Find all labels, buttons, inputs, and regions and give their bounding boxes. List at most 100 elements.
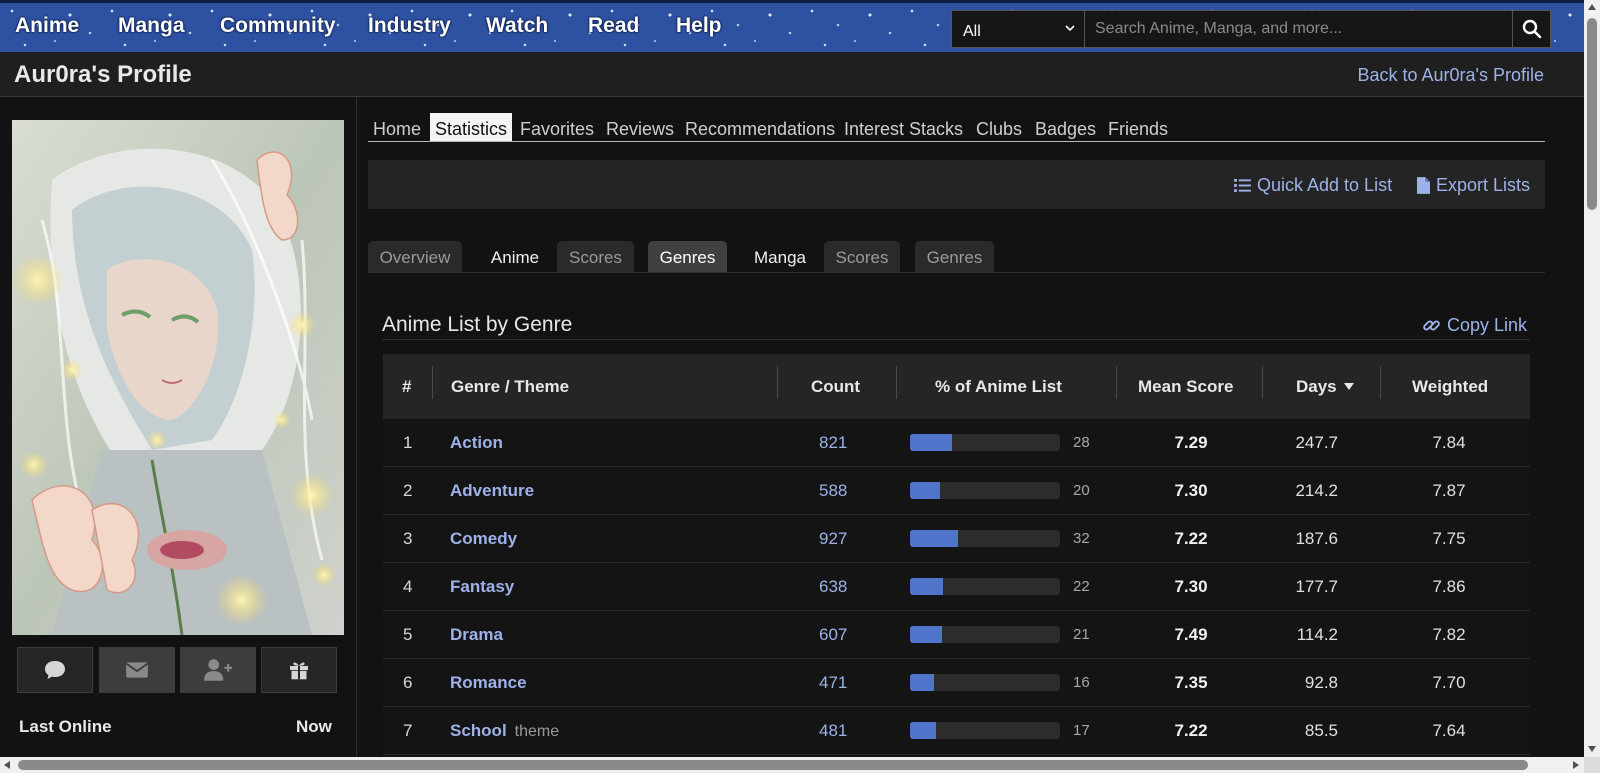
subtab-manga-scores[interactable]: Scores xyxy=(824,241,900,272)
days-cell: 247.7 xyxy=(1295,433,1338,452)
nav-manga[interactable]: Manga xyxy=(118,14,185,38)
table-row: 6 Romance 471 16 7.35 92.8 7.70 xyxy=(383,659,1530,707)
vertical-scrollbar-thumb[interactable] xyxy=(1587,18,1597,210)
page-title: Aur0ra's Profile xyxy=(14,61,192,88)
rank-cell: 2 xyxy=(403,481,413,500)
percent-bar-fill xyxy=(910,482,940,499)
subtab-anime-genres[interactable]: Genres xyxy=(648,241,727,272)
subtab-overview[interactable]: Overview xyxy=(368,241,462,272)
copy-link-button[interactable]: Copy Link xyxy=(1422,315,1527,336)
days-cell: 85.5 xyxy=(1304,721,1338,740)
scroll-down-arrow-icon[interactable] xyxy=(1588,746,1596,752)
header-count[interactable]: Count xyxy=(811,377,860,397)
count-link[interactable]: 607 xyxy=(819,625,847,645)
table-row: 5 Drama 607 21 7.49 114.2 7.82 xyxy=(383,611,1530,659)
percent-bar xyxy=(910,626,1060,643)
genre-name: Drama xyxy=(450,625,503,644)
horizontal-scrollbar-thumb[interactable] xyxy=(18,760,1528,770)
count-link[interactable]: 821 xyxy=(819,433,847,453)
weighted-cell: 7.64 xyxy=(1432,721,1466,740)
nav-watch[interactable]: Watch xyxy=(486,14,548,38)
percent-bar xyxy=(910,482,1060,499)
nav-anime[interactable]: Anime xyxy=(15,14,79,38)
count-link[interactable]: 927 xyxy=(819,529,847,549)
nav-industry[interactable]: Industry xyxy=(368,14,451,38)
count-link[interactable]: 638 xyxy=(819,577,847,597)
percent-value: 21 xyxy=(1073,626,1090,643)
genre-name: Romance xyxy=(450,673,527,692)
search-button[interactable] xyxy=(1513,10,1551,48)
quick-add-label: Quick Add to List xyxy=(1257,175,1393,195)
stats-toolbar: Quick Add to List Export Lists xyxy=(368,160,1545,209)
table-row: 7 School theme 481 17 7.22 85.5 7.64 xyxy=(383,707,1530,755)
weighted-cell: 7.70 xyxy=(1432,673,1466,692)
tab-reviews[interactable]: Reviews xyxy=(601,113,679,141)
export-lists-label: Export Lists xyxy=(1436,175,1531,195)
genre-link[interactable]: Romance xyxy=(450,673,535,693)
weighted-cell: 7.82 xyxy=(1432,625,1466,644)
percent-value: 16 xyxy=(1073,674,1090,691)
genre-name: Fantasy xyxy=(450,577,515,596)
tab-home[interactable]: Home xyxy=(368,113,426,141)
count-link[interactable]: 588 xyxy=(819,481,847,501)
message-button[interactable] xyxy=(99,647,175,693)
percent-bar xyxy=(910,578,1060,595)
genre-link[interactable]: Adventure xyxy=(450,481,542,501)
nav-read[interactable]: Read xyxy=(588,14,639,38)
search-category-select[interactable]: All xyxy=(951,10,1085,48)
add-friend-button[interactable] xyxy=(180,647,256,693)
sort-desc-icon xyxy=(1344,383,1355,390)
gift-icon xyxy=(290,662,308,680)
tab-clubs[interactable]: Clubs xyxy=(971,113,1027,141)
genre-link[interactable]: Comedy xyxy=(450,529,525,549)
table-row: 1 Action 821 28 7.29 247.7 7.84 xyxy=(383,419,1530,467)
header-genre[interactable]: Genre / Theme xyxy=(451,377,569,397)
genre-link[interactable]: Action xyxy=(450,433,511,453)
gift-button[interactable] xyxy=(261,647,337,693)
tab-recommendations[interactable]: Recommendations xyxy=(680,113,840,141)
header-mean-score[interactable]: Mean Score xyxy=(1138,377,1233,397)
genre-name: Action xyxy=(450,433,503,452)
search-input[interactable] xyxy=(1085,10,1513,48)
header-rank[interactable]: # xyxy=(402,377,411,397)
genre-name: School xyxy=(450,721,507,740)
nav-community[interactable]: Community xyxy=(220,14,336,38)
column-divider xyxy=(777,366,778,399)
weighted-cell: 7.87 xyxy=(1432,481,1466,500)
scroll-right-arrow-icon[interactable] xyxy=(1573,761,1579,769)
comment-button[interactable] xyxy=(17,647,93,693)
mean-score-cell: 7.22 xyxy=(1174,721,1208,740)
export-lists-button[interactable]: Export Lists xyxy=(1417,175,1530,196)
percent-bar xyxy=(910,434,1060,451)
table-row: 2 Adventure 588 20 7.30 214.2 7.87 xyxy=(383,467,1530,515)
tab-interest-stacks[interactable]: Interest Stacks xyxy=(839,113,968,141)
count-link[interactable]: 471 xyxy=(819,673,847,693)
nav-help[interactable]: Help xyxy=(676,14,722,38)
statistics-subtabs: Overview Anime Scores Genres Manga Score… xyxy=(368,241,1545,273)
genre-link[interactable]: Fantasy xyxy=(450,577,522,597)
header-percent[interactable]: % of Anime List xyxy=(935,377,1062,397)
header-weighted[interactable]: Weighted xyxy=(1412,377,1488,397)
search-icon xyxy=(1522,19,1542,39)
genre-link[interactable]: School theme xyxy=(450,721,559,741)
quick-add-button[interactable]: Quick Add to List xyxy=(1234,175,1392,196)
rank-cell: 6 xyxy=(403,673,413,692)
back-to-profile-link[interactable]: Back to Aur0ra's Profile xyxy=(1357,65,1544,86)
mean-score-cell: 7.49 xyxy=(1174,625,1208,644)
scroll-up-arrow-icon[interactable] xyxy=(1588,4,1596,10)
comment-icon xyxy=(45,661,65,679)
subtab-manga-genres[interactable]: Genres xyxy=(915,241,994,272)
tab-favorites[interactable]: Favorites xyxy=(515,113,599,141)
tab-friends[interactable]: Friends xyxy=(1103,113,1173,141)
tab-statistics[interactable]: Statistics xyxy=(430,113,513,141)
scroll-left-arrow-icon[interactable] xyxy=(4,761,10,769)
mean-score-cell: 7.29 xyxy=(1174,433,1208,452)
header-days[interactable]: Days xyxy=(1296,377,1355,397)
copy-link-label: Copy Link xyxy=(1447,315,1528,335)
days-cell: 214.2 xyxy=(1295,481,1338,500)
subtab-anime-scores[interactable]: Scores xyxy=(557,241,634,272)
tab-badges[interactable]: Badges xyxy=(1030,113,1101,141)
genre-link[interactable]: Drama xyxy=(450,625,511,645)
theme-tag: theme xyxy=(514,723,560,740)
count-link[interactable]: 481 xyxy=(819,721,847,741)
